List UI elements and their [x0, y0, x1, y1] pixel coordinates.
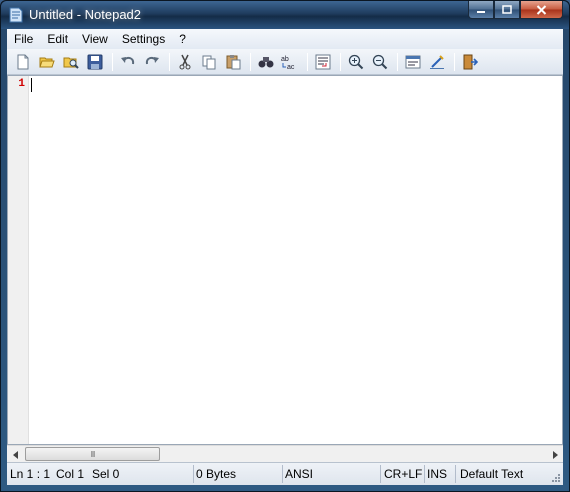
exit-button[interactable]: [459, 51, 481, 73]
save-button[interactable]: [84, 51, 106, 73]
status-line-position: Ln 1 : 1: [10, 467, 51, 481]
status-divider: [424, 465, 425, 483]
status-file-size: 0 Bytes: [196, 467, 237, 481]
zoom-out-icon: [372, 54, 388, 69]
close-button[interactable]: [520, 1, 563, 19]
toolbar-separator: [112, 52, 113, 71]
status-divider: [282, 465, 283, 483]
toolbar-separator: [454, 52, 455, 71]
scheme-button[interactable]: [402, 51, 424, 73]
browse-icon: [63, 57, 79, 69]
status-line-ending[interactable]: CR+LF: [384, 467, 422, 481]
status-divider: [455, 465, 456, 483]
customize-icon: [430, 54, 444, 69]
minimize-icon: [477, 10, 485, 13]
line-number-margin: 1: [8, 76, 29, 444]
open-icon: [39, 57, 55, 67]
resize-grip-icon[interactable]: [551, 473, 561, 483]
customize-button[interactable]: [426, 51, 448, 73]
toolbar-separator: [250, 52, 251, 71]
status-insert-mode[interactable]: INS: [427, 467, 447, 481]
menu-file[interactable]: File: [7, 29, 40, 49]
arrow-right-icon: [552, 450, 558, 459]
menu-edit[interactable]: Edit: [40, 29, 75, 49]
cut-button[interactable]: [174, 51, 196, 73]
paste-icon: [226, 54, 241, 69]
cut-icon: [179, 54, 191, 69]
menu-bar: File Edit View Settings ?: [7, 29, 563, 49]
open-button[interactable]: [36, 51, 58, 73]
minimize-button[interactable]: [468, 1, 494, 19]
new-icon: [17, 54, 29, 69]
scrollbar-thumb[interactable]: III: [25, 447, 160, 461]
notepad2-window: Untitled - Notepad2 File Edit View Setti…: [0, 0, 570, 492]
exit-icon: [463, 54, 478, 69]
svg-text:ac: ac: [287, 64, 295, 70]
close-icon: [536, 4, 547, 15]
zoom-out-button[interactable]: [369, 51, 391, 73]
status-column: Col 1: [56, 467, 85, 481]
zoom-in-button[interactable]: [345, 51, 367, 73]
copy-button[interactable]: [198, 51, 220, 73]
new-button[interactable]: [12, 51, 34, 73]
word-wrap-icon: [315, 54, 331, 69]
maximize-button[interactable]: [494, 1, 520, 19]
scrollbar-grip: III: [90, 449, 96, 459]
scheme-icon: [405, 55, 421, 68]
scroll-left-button[interactable]: [9, 448, 22, 461]
toolbar-separator: [340, 52, 341, 71]
horizontal-scrollbar[interactable]: III: [7, 445, 563, 462]
find-icon: [258, 56, 274, 67]
menu-help[interactable]: ?: [172, 29, 193, 49]
notepad2-app-icon[interactable]: [8, 7, 23, 23]
status-scheme[interactable]: Default Text: [460, 467, 523, 481]
zoom-in-icon: [348, 54, 364, 69]
redo-button[interactable]: [141, 51, 163, 73]
status-bar: Ln 1 : 1 Col 1 Sel 0 0 Bytes ANSI CR+LF …: [7, 462, 563, 485]
text-editor[interactable]: 1: [7, 75, 563, 445]
text-caret: [31, 78, 32, 92]
caption-buttons: [468, 1, 563, 20]
toolbar: ab ac: [7, 49, 563, 75]
find-button[interactable]: [255, 51, 277, 73]
arrow-left-icon: [12, 450, 18, 459]
word-wrap-button[interactable]: [312, 51, 334, 73]
undo-icon: [121, 56, 135, 64]
toolbar-separator: [307, 52, 308, 71]
window-title: Untitled - Notepad2: [29, 7, 142, 22]
maximize-icon: [502, 4, 512, 14]
copy-icon: [202, 55, 216, 69]
title-bar[interactable]: Untitled - Notepad2: [1, 1, 569, 29]
undo-button[interactable]: [117, 51, 139, 73]
paste-button[interactable]: [222, 51, 244, 73]
browse-button[interactable]: [60, 51, 82, 73]
toolbar-separator: [169, 52, 170, 71]
save-icon: [87, 54, 103, 69]
menu-view[interactable]: View: [75, 29, 115, 49]
redo-icon: [145, 56, 159, 64]
menu-settings[interactable]: Settings: [115, 29, 172, 49]
scroll-right-button[interactable]: [548, 448, 561, 461]
status-encoding[interactable]: ANSI: [285, 467, 313, 481]
toolbar-separator: [397, 52, 398, 71]
status-selection: Sel 0: [92, 467, 120, 481]
status-divider: [380, 465, 381, 483]
replace-icon: abac: [281, 56, 295, 70]
status-divider: [193, 465, 194, 483]
svg-text:ab: ab: [281, 56, 289, 63]
replace-button[interactable]: ab ac: [279, 51, 301, 73]
line-number: 1: [18, 78, 25, 90]
